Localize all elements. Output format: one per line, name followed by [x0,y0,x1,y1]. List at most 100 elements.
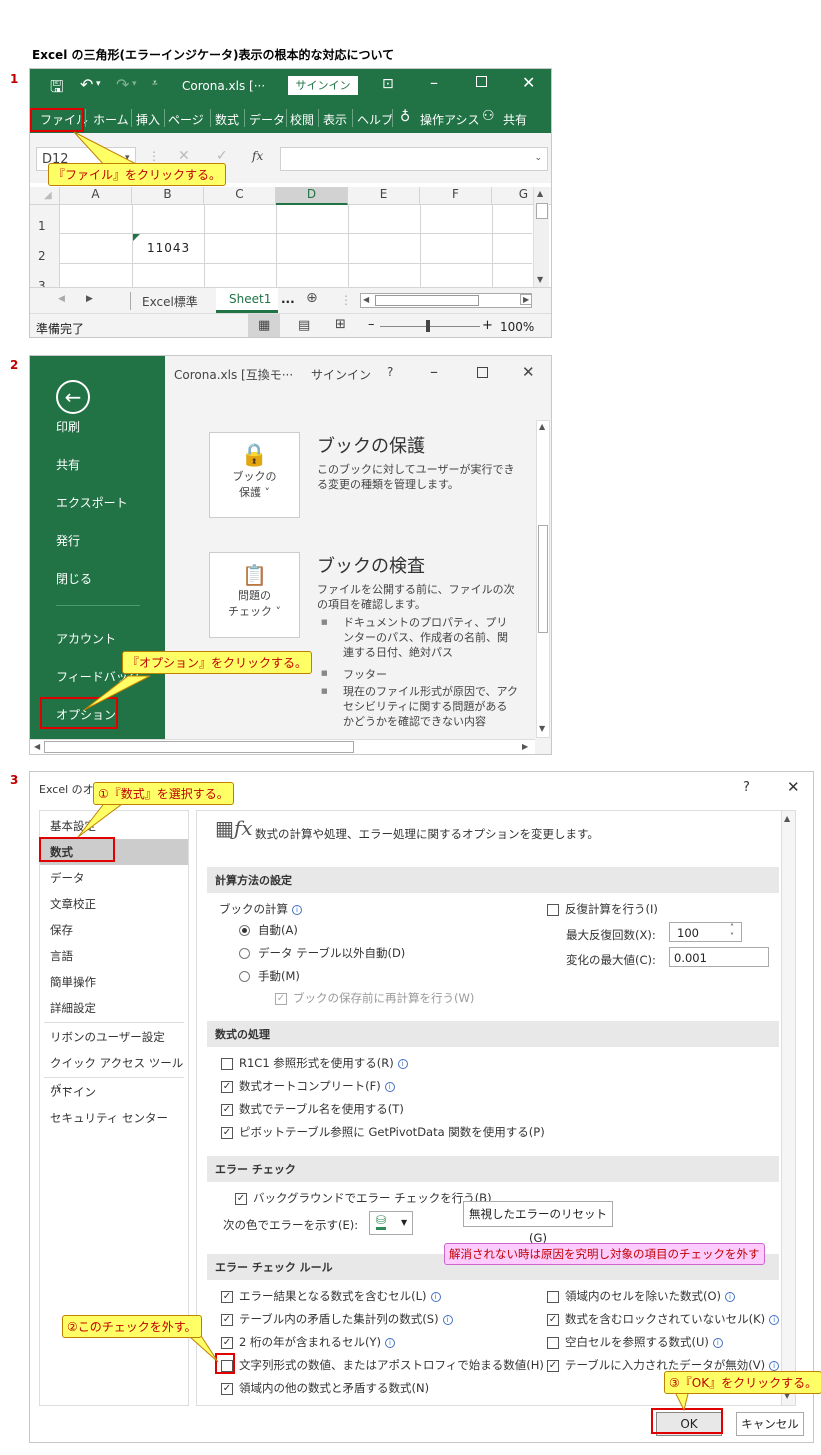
zoom-slider[interactable] [380,326,480,327]
next-sheet-icon[interactable]: ▶ [86,294,93,304]
zoom-slider-thumb[interactable] [426,320,430,332]
max-iterations-input[interactable]: 100 ˄ ˅ [669,922,742,942]
column-header-d[interactable]: D [276,187,348,205]
iterative-calc-checkbox[interactable]: 反復計算を行う(I) [547,901,658,917]
nav-export[interactable]: エクスポート [56,494,128,511]
customize-qat-icon[interactable]: ⩡ [152,78,158,89]
formula-input[interactable]: ⌄ [280,147,548,171]
nav-account[interactable]: アカウント [56,630,116,647]
page-layout-icon[interactable]: ▤ [298,318,310,333]
sheet-tab-sheet1[interactable]: Sheet1 [216,288,278,313]
rule-unlocked-cells-checkbox[interactable]: ✓ 数式を含むロックされていないセル(K) i [547,1311,780,1327]
select-all-corner[interactable]: ◢ [30,187,60,205]
tab-help[interactable]: ヘルプ [357,111,393,128]
scroll-left-icon[interactable]: ◀ [363,295,369,304]
getpivotdata-checkbox[interactable]: ✓ ピボットテーブル参照に GetPivotData 関数を使用する(P) [221,1124,545,1140]
help-icon[interactable]: ? [387,365,393,379]
tab-page[interactable]: ページ [168,111,204,128]
scroll-thumb[interactable] [538,525,548,633]
scroll-right-icon[interactable]: ▶ [520,294,533,305]
radio-manual[interactable]: 手動(M) [239,968,300,984]
nav-close[interactable]: 閉じる [56,570,92,587]
scroll-right-icon[interactable]: ▶ [522,742,528,751]
rule-error-results-checkbox[interactable]: ✓ エラー結果となる数式を含むセル(L) i [221,1288,441,1304]
column-header-c[interactable]: C [204,187,276,205]
scroll-left-icon[interactable]: ◀ [34,742,40,751]
nav-publish[interactable]: 発行 [56,532,80,549]
nav-addins[interactable]: アドイン [40,1079,188,1105]
zoom-level[interactable]: 100% [500,320,534,334]
tab-review[interactable]: 校閲 [290,111,314,128]
prev-sheet-icon[interactable]: ◀ [58,294,65,304]
scroll-thumb[interactable] [536,203,548,219]
rule-numbers-as-text-checkbox[interactable]: 文字列形式の数値、またはアポストロフィで始まる数値(H)i [221,1357,558,1373]
nav-share[interactable]: 共有 [56,456,80,473]
tab-formulas[interactable]: 数式 [215,111,239,128]
page-break-icon[interactable]: ⊞ [335,317,346,332]
save-icon[interactable]: 🖫 [50,76,64,103]
error-color-picker[interactable]: ⛁ ▼ [369,1211,413,1235]
signin-link[interactable]: サインイン [311,366,371,383]
minimize-icon[interactable]: – [430,73,438,92]
nav-data[interactable]: データ [40,865,188,891]
horizontal-scrollbar[interactable]: ◀ [360,293,532,308]
more-sheets-icon[interactable]: ... [281,292,295,306]
zoom-in-icon[interactable]: + [482,318,493,333]
reset-ignored-errors-button[interactable]: 無視したエラーのリセット(G) [463,1201,613,1245]
expand-formula-icon[interactable]: ⌄ [534,153,542,163]
insert-function-icon[interactable]: fx [252,149,263,163]
scroll-up-icon[interactable]: ▲ [784,814,790,823]
nav-accessibility[interactable]: 簡単操作 [40,969,188,995]
maximize-icon[interactable] [477,367,488,378]
nav-quick-access[interactable]: クイック アクセス ツール バー [40,1050,188,1096]
minimize-icon[interactable]: – [430,362,438,381]
column-header-b[interactable]: B [132,187,204,205]
add-sheet-icon[interactable]: ⊕ [306,290,318,306]
column-header-f[interactable]: F [420,187,492,205]
nav-trust-center[interactable]: セキュリティ センター [40,1105,188,1131]
nav-customize-ribbon[interactable]: リボンのユーザー設定 [40,1024,188,1050]
back-arrow-icon[interactable]: ← [56,380,90,414]
radio-automatic-except-tables[interactable]: データ テーブル以外自動(D) [239,945,405,961]
help-icon[interactable]: ? [743,780,750,795]
ribbon-display-icon[interactable]: ⊡ [382,76,394,92]
nav-save[interactable]: 保存 [40,917,188,943]
nav-print[interactable]: 印刷 [56,418,80,435]
close-icon[interactable]: ✕ [522,73,535,92]
sheet-tab-excel[interactable]: Excel標準 [142,293,198,310]
scroll-down-icon[interactable]: ▼ [539,724,545,733]
max-change-input[interactable]: 0.001 [669,947,769,967]
tab-insert[interactable]: 挿入 [136,111,160,128]
check-issues-button[interactable]: 📋 問題の チェック ˅ [209,552,300,638]
split-handle-icon[interactable]: ⋮ [340,293,352,307]
undo-dropdown-icon[interactable]: ▾ [96,79,101,89]
autocomplete-checkbox[interactable]: ✓ 数式オートコンプリート(F) i [221,1078,395,1094]
scroll-up-icon[interactable]: ▲ [537,189,543,198]
nav-advanced[interactable]: 詳細設定 [40,995,188,1021]
signin-button[interactable]: サインイン [288,76,358,95]
rule-empty-cells-checkbox[interactable]: 空白セルを参照する数式(U) i [547,1334,723,1350]
zoom-out-icon[interactable]: – [368,317,375,332]
vertical-scrollbar[interactable]: ▲ ▼ [533,187,549,287]
tab-view[interactable]: 表示 [323,111,347,128]
row-header-3[interactable]: 3 [38,279,46,287]
table-names-checkbox[interactable]: ✓ 数式でテーブル名を使用する(T) [221,1101,404,1117]
rule-inconsistent-formula-checkbox[interactable]: ✓ 領域内の他の数式と矛盾する数式(N) [221,1380,429,1396]
row-header-1[interactable]: 1 [38,219,46,233]
cell-b2[interactable]: 11043 [147,241,190,255]
normal-view-icon[interactable]: ▦ [258,318,270,333]
tab-home[interactable]: ホーム [93,111,129,128]
vertical-scrollbar[interactable]: ▲ ▼ [536,420,550,738]
spinner-icon[interactable]: ˄ ˅ [730,923,734,941]
radio-automatic[interactable]: 自動(A) [239,922,298,938]
tab-data[interactable]: データ [249,111,285,128]
column-header-g[interactable]: G [492,187,532,205]
scroll-thumb[interactable] [375,295,479,306]
tell-me-field[interactable]: 操作アシス [420,111,480,128]
cancel-button[interactable]: キャンセル [736,1412,804,1436]
protect-workbook-button[interactable]: 🔒 ブックの 保護 ˅ [209,432,300,518]
rule-two-digit-year-checkbox[interactable]: ✓ 2 桁の年が含まれるセル(Y) i [221,1334,395,1350]
close-icon[interactable]: ✕ [522,363,535,381]
r1c1-checkbox[interactable]: R1C1 参照形式を使用する(R) i [221,1055,408,1071]
vertical-scrollbar[interactable]: ▲ ▼ [781,811,795,1405]
